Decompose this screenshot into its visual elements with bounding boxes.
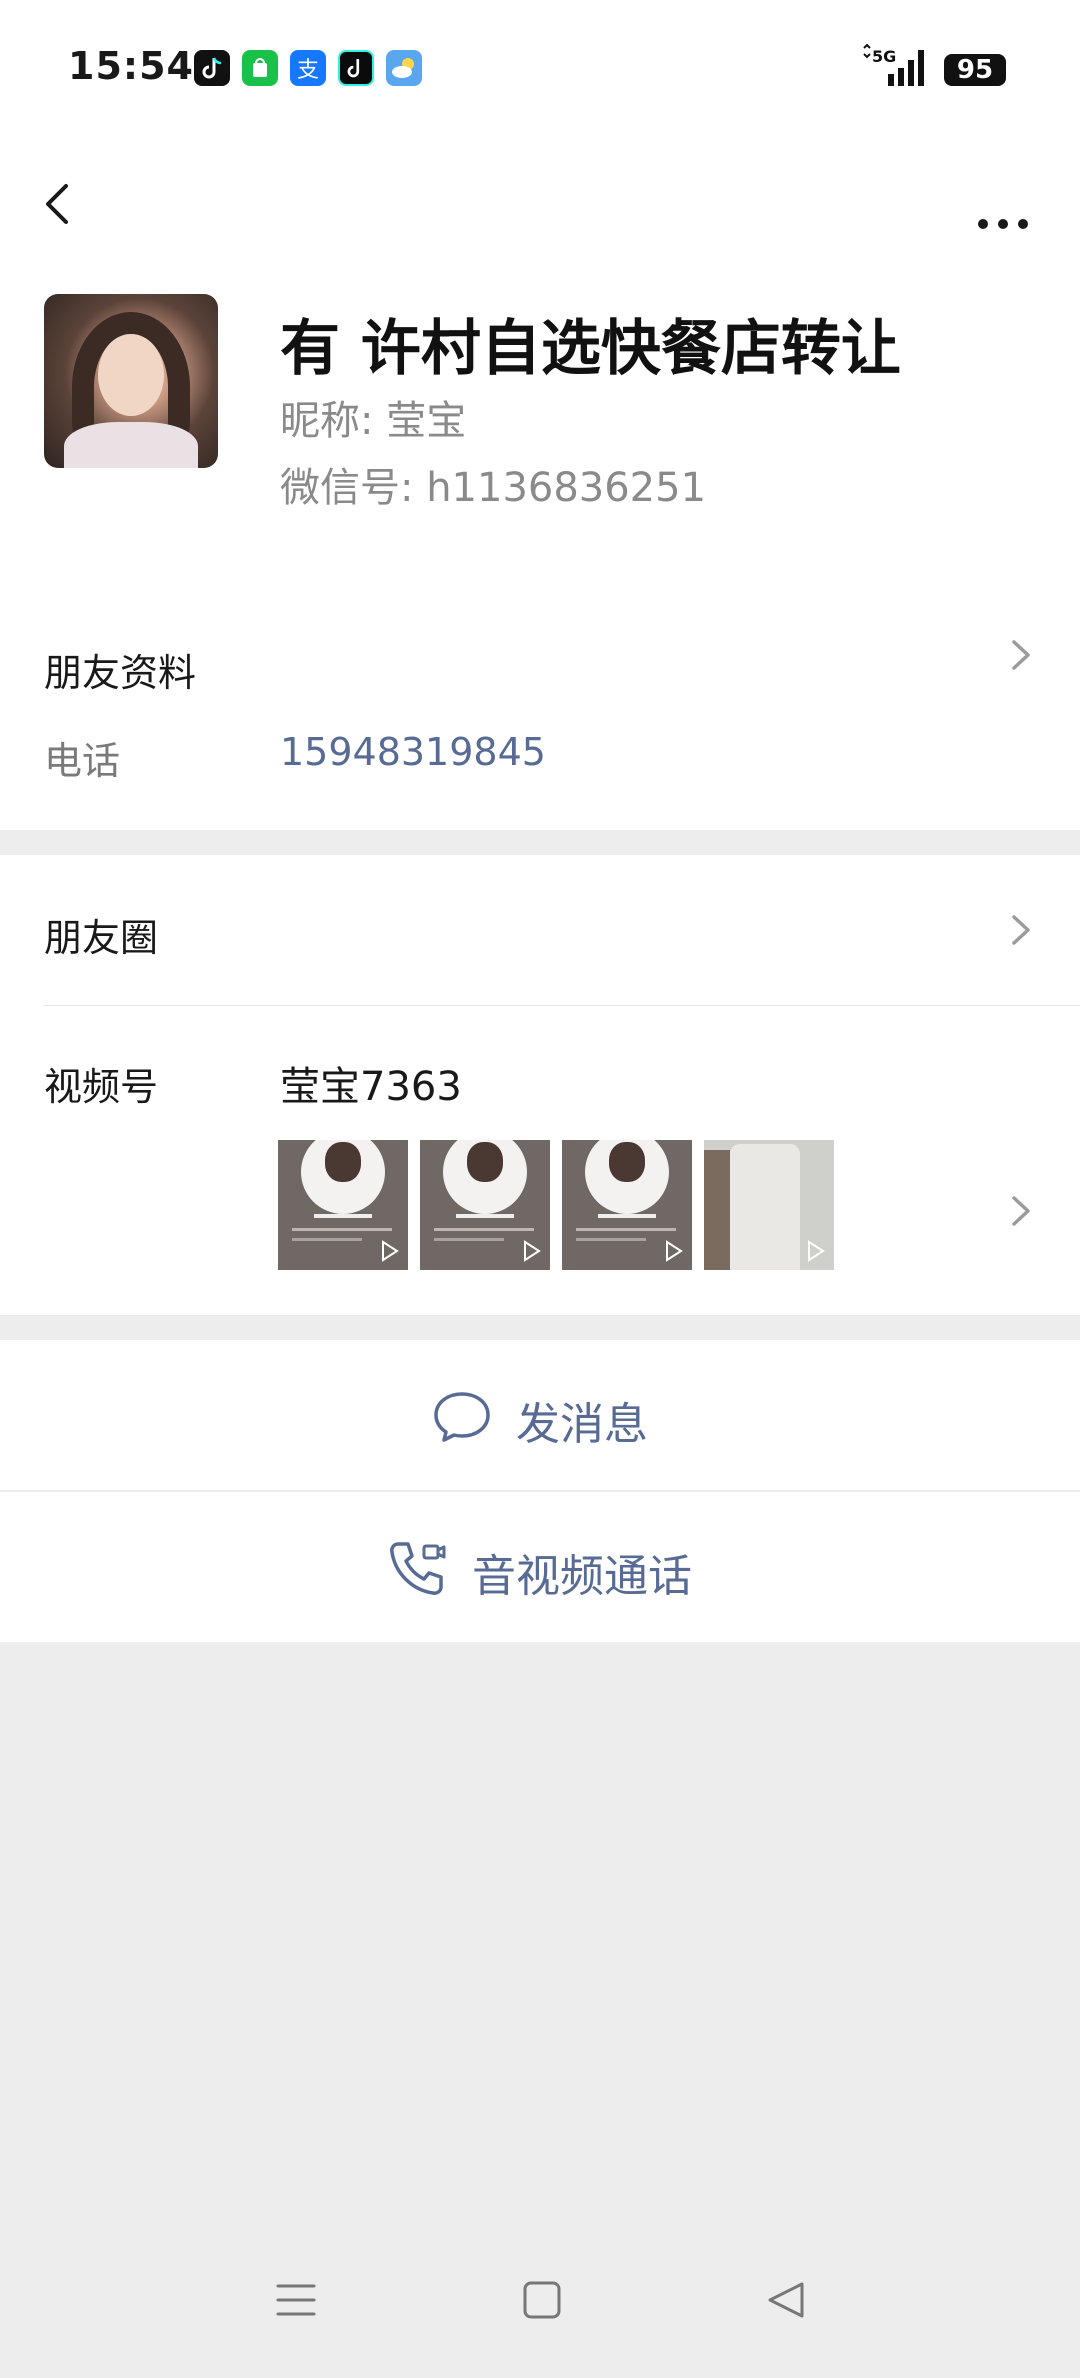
video-call-label: 音视频通话 <box>472 1551 692 1602</box>
more-dots-icon <box>978 219 1028 229</box>
chevron-right-icon <box>1006 1186 1036 1240</box>
status-bar: 15:54 支 5G 95 <box>0 0 1080 140</box>
channels-account-name: 莹宝7363 <box>280 1064 462 1110</box>
chevron-right-icon <box>1006 905 1036 959</box>
friend-info-section[interactable]: 朋友资料 电话 15948319845 <box>0 590 1080 830</box>
play-icon <box>382 1240 399 1262</box>
back-button[interactable] <box>38 160 78 244</box>
play-icon <box>808 1240 825 1262</box>
friend-info-title: 朋友资料 <box>44 651 197 695</box>
chat-bubble-icon <box>434 1392 490 1442</box>
channel-video-thumbnail[interactable] <box>278 1140 408 1270</box>
phone-video-icon <box>390 1542 446 1595</box>
svg-text:5G: 5G <box>872 47 896 66</box>
status-time: 15:54 <box>68 44 194 88</box>
signal-icon: 5G <box>860 43 940 92</box>
weather-app-icon <box>386 50 422 86</box>
profile-header: 有 许村自选快餐店转让 昵称: 莹宝 微信号: h1136836251 <box>0 280 1080 591</box>
back-nav-button[interactable] <box>766 2280 806 2324</box>
shopping-app-icon <box>242 50 278 86</box>
moments-row[interactable]: 朋友圈 <box>0 855 1080 1005</box>
alipay-app-icon: 支 <box>290 50 326 86</box>
more-button[interactable] <box>975 178 1035 249</box>
send-message-label: 发消息 <box>516 1399 648 1450</box>
battery-indicator: 95 <box>944 54 1006 86</box>
video-call-button[interactable]: 音视频通话 <box>0 1492 1080 1642</box>
home-square-icon <box>523 2281 561 2319</box>
menu-icon <box>276 2284 316 2316</box>
channels-row[interactable]: 视频号 莹宝7363 <box>0 1006 1080 1315</box>
tiktok-lite-app-icon <box>338 50 374 86</box>
contact-nickname: 昵称: 莹宝 <box>280 398 467 444</box>
phone-label: 电话 <box>44 739 121 783</box>
chevron-right-icon <box>1006 630 1036 684</box>
home-nav-button[interactable] <box>522 2280 562 2324</box>
chevron-left-icon <box>46 184 68 224</box>
channel-video-thumbnail[interactable] <box>562 1140 692 1270</box>
svg-text:支: 支 <box>297 58 319 83</box>
moments-section: 朋友圈 视频号 莹宝7363 <box>0 855 1080 1315</box>
avatar[interactable] <box>44 294 218 468</box>
play-icon <box>524 1240 541 1262</box>
contact-name: 有 许村自选快餐店转让 <box>280 314 901 384</box>
menu-nav-button[interactable] <box>276 2280 316 2324</box>
back-triangle-icon <box>768 2282 804 2318</box>
channels-title: 视频号 <box>44 1065 159 1109</box>
moments-title: 朋友圈 <box>44 916 159 960</box>
tiktok-app-icon <box>194 50 230 86</box>
channel-video-thumbnail[interactable] <box>704 1140 834 1270</box>
top-nav <box>0 140 1080 280</box>
contact-wechat-id: 微信号: h1136836251 <box>280 465 707 511</box>
send-message-button[interactable]: 发消息 <box>0 1340 1080 1490</box>
play-icon <box>666 1240 683 1262</box>
phone-number-link[interactable]: 15948319845 <box>280 730 546 774</box>
channel-video-thumbnail[interactable] <box>420 1140 550 1270</box>
